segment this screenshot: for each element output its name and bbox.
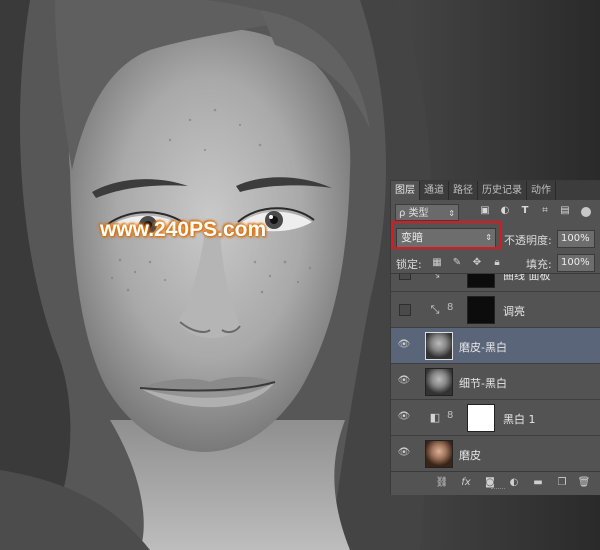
- lock-pixels-icon[interactable]: ✎: [451, 257, 463, 269]
- curves-adjustment-icon: ⤡: [427, 274, 443, 282]
- layer-name: 曲线 面板: [503, 274, 551, 282]
- lock-label: 锁定:: [396, 258, 422, 271]
- layer-row[interactable]: ⤡ 8 曲线 面板: [391, 274, 600, 292]
- fx-icon[interactable]: fx: [459, 476, 473, 490]
- tab-paths[interactable]: 路径: [449, 181, 478, 200]
- tab-actions[interactable]: 动作: [527, 181, 556, 200]
- smart-object-filter-icon[interactable]: ▤: [559, 205, 571, 217]
- layer-name: 磨皮-黑白: [459, 341, 507, 354]
- layer-thumbnail[interactable]: [425, 368, 453, 396]
- eye-icon[interactable]: 👁︎: [397, 447, 411, 459]
- layer-list: ⤡ 8 曲线 面板 ⤡ 8 调亮 👁︎ 磨皮-黑白 👁︎ 细节-黑白 👁︎ ◧ …: [391, 274, 600, 471]
- link-icon: 8: [447, 302, 454, 313]
- image-filter-icon[interactable]: ▣: [479, 205, 491, 217]
- new-layer-icon[interactable]: ❐: [555, 476, 569, 490]
- adjustment-icon[interactable]: ◐: [507, 476, 521, 490]
- type-filter-icon[interactable]: T: [519, 205, 531, 217]
- link-icon: 8: [447, 274, 453, 277]
- layer-name: 细节-黑白: [459, 377, 507, 390]
- panel-tabs: 图层 通道 路径 历史记录 动作: [391, 181, 600, 200]
- opacity-label: 不透明度:: [504, 234, 552, 247]
- curves-adjustment-icon: ⤡: [430, 303, 440, 316]
- eye-icon[interactable]: 👁︎: [397, 339, 411, 351]
- shape-filter-icon[interactable]: ⌗: [539, 205, 551, 217]
- layer-row[interactable]: ⤡ 8 调亮: [391, 292, 600, 328]
- chevron-updown-icon: ⇕: [448, 209, 455, 218]
- visibility-toggle[interactable]: [399, 304, 411, 316]
- layer-name: 黑白 1: [503, 413, 536, 426]
- adjustment-filter-icon[interactable]: ◐: [499, 205, 511, 217]
- layer-row-selected[interactable]: 👁︎ 磨皮-黑白: [391, 328, 600, 364]
- search-icon: ρ: [399, 208, 406, 219]
- layer-thumbnail[interactable]: [425, 332, 453, 360]
- filter-kind-label: 类型: [408, 208, 429, 219]
- lock-position-icon[interactable]: ✥: [471, 257, 483, 269]
- link-icon[interactable]: ⛓︎: [435, 476, 449, 490]
- layer-name: 磨皮: [459, 449, 481, 462]
- tab-layers[interactable]: 图层: [391, 181, 420, 200]
- folder-icon[interactable]: ▬: [531, 476, 545, 490]
- lock-fill-row: 锁定: ▦ ✎ ✥ 🔒︎ 填充: 100%: [391, 253, 600, 274]
- panel-footer: ⛓︎ fx ◙ ◐ ▬ ❐ 🗑︎: [391, 471, 600, 495]
- fill-label: 填充:: [526, 258, 552, 271]
- layer-mask-thumbnail[interactable]: [467, 404, 495, 432]
- opacity-field[interactable]: 100%: [557, 230, 595, 248]
- layer-mask-thumbnail[interactable]: [467, 274, 495, 288]
- visibility-toggle[interactable]: [399, 274, 411, 280]
- lock-transparent-icon[interactable]: ▦: [431, 257, 443, 269]
- eye-icon[interactable]: 👁︎: [397, 375, 411, 387]
- layer-row[interactable]: 👁︎ 磨皮: [391, 436, 600, 471]
- layer-row[interactable]: 👁︎ ◧ 8 黑白 1: [391, 400, 600, 436]
- link-icon: 8: [447, 410, 454, 421]
- eye-icon[interactable]: 👁︎: [397, 411, 411, 423]
- lock-all-icon[interactable]: 🔒︎: [491, 257, 503, 269]
- layer-thumbnail[interactable]: [425, 440, 453, 468]
- tab-channels[interactable]: 通道: [420, 181, 449, 200]
- layer-mask-thumbnail[interactable]: [467, 296, 495, 324]
- trash-icon[interactable]: 🗑︎: [577, 476, 591, 490]
- black-white-adjustment-icon: ◧: [429, 411, 441, 424]
- tab-history[interactable]: 历史记录: [478, 181, 527, 200]
- watermark-text: www.240PS.com: [100, 218, 267, 241]
- fill-field[interactable]: 100%: [557, 254, 595, 272]
- filter-toggle-icon[interactable]: [581, 207, 591, 217]
- filter-kind-select[interactable]: ρ 类型 ⇕: [395, 204, 459, 221]
- highlight-box: [391, 221, 502, 249]
- layer-row[interactable]: 👁︎ 细节-黑白: [391, 364, 600, 400]
- layer-name: 调亮: [503, 305, 525, 318]
- resize-grip[interactable]: [491, 488, 505, 491]
